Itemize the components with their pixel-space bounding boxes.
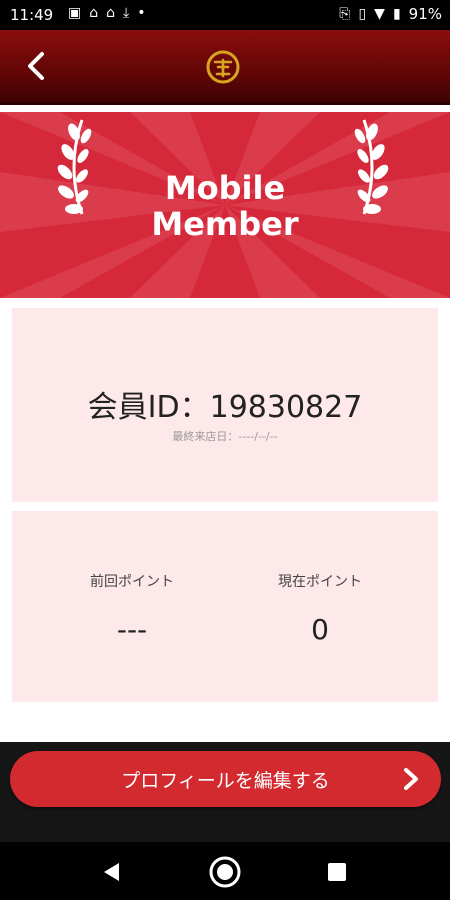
chevron-right-icon bbox=[404, 768, 418, 790]
battery-percentage: 91% bbox=[408, 5, 442, 23]
download-done-icon: ⤓ bbox=[123, 5, 130, 21]
nav-home-icon[interactable] bbox=[208, 855, 242, 889]
previous-points-label: 前回ポイント bbox=[90, 574, 174, 590]
current-points-value: 0 bbox=[311, 613, 329, 646]
status-bar: 11:49 ▣ ⌂ ⌂ ⤓ • ⎘ ▯ ▼ ▮ 91% bbox=[0, 0, 450, 30]
member-id: 会員ID：19830827 bbox=[87, 390, 363, 425]
current-points-label: 現在ポイント bbox=[278, 574, 362, 590]
nav-back-icon[interactable] bbox=[101, 861, 123, 883]
nav-recents-icon[interactable] bbox=[326, 861, 348, 883]
edit-profile-button[interactable]: プロフィールを編集する bbox=[10, 751, 441, 807]
dot-icon: • bbox=[137, 5, 146, 21]
cast-icon: ⎘ bbox=[339, 6, 351, 22]
store-icon: ⌂ bbox=[89, 5, 99, 21]
image-icon: ▣ bbox=[68, 5, 82, 21]
member-info-card: 会員ID：19830827 最終来店日：----/--/-- bbox=[12, 308, 438, 502]
current-points: 現在ポイント 0 bbox=[220, 571, 420, 646]
vibrate-icon: ▯ bbox=[358, 6, 367, 22]
previous-points: 前回ポイント --- bbox=[32, 571, 232, 646]
previous-points-value: --- bbox=[116, 613, 148, 646]
system-navigation-bar bbox=[0, 842, 450, 900]
status-time: 11:49 bbox=[10, 6, 54, 24]
back-button[interactable] bbox=[18, 46, 58, 86]
edit-profile-label: プロフィールを編集する bbox=[121, 770, 330, 792]
chevron-left-icon bbox=[28, 52, 44, 80]
brand-logo-icon bbox=[206, 50, 240, 84]
member-banner: Mobile Member bbox=[0, 112, 450, 298]
last-visit-date: 最終来店日：----/--/-- bbox=[172, 430, 278, 443]
battery-icon: ▮ bbox=[392, 6, 401, 22]
points-card: 前回ポイント --- 現在ポイント 0 bbox=[12, 511, 438, 702]
store-icon: ⌂ bbox=[106, 5, 116, 21]
system-icons: ⎘ ▯ ▼ ▮ 91% bbox=[339, 5, 442, 23]
laurel-right-icon bbox=[354, 119, 389, 215]
app-header bbox=[0, 30, 450, 105]
wifi-icon: ▼ bbox=[374, 6, 385, 22]
notification-icons: ▣ ⌂ ⌂ ⤓ • bbox=[68, 5, 145, 21]
